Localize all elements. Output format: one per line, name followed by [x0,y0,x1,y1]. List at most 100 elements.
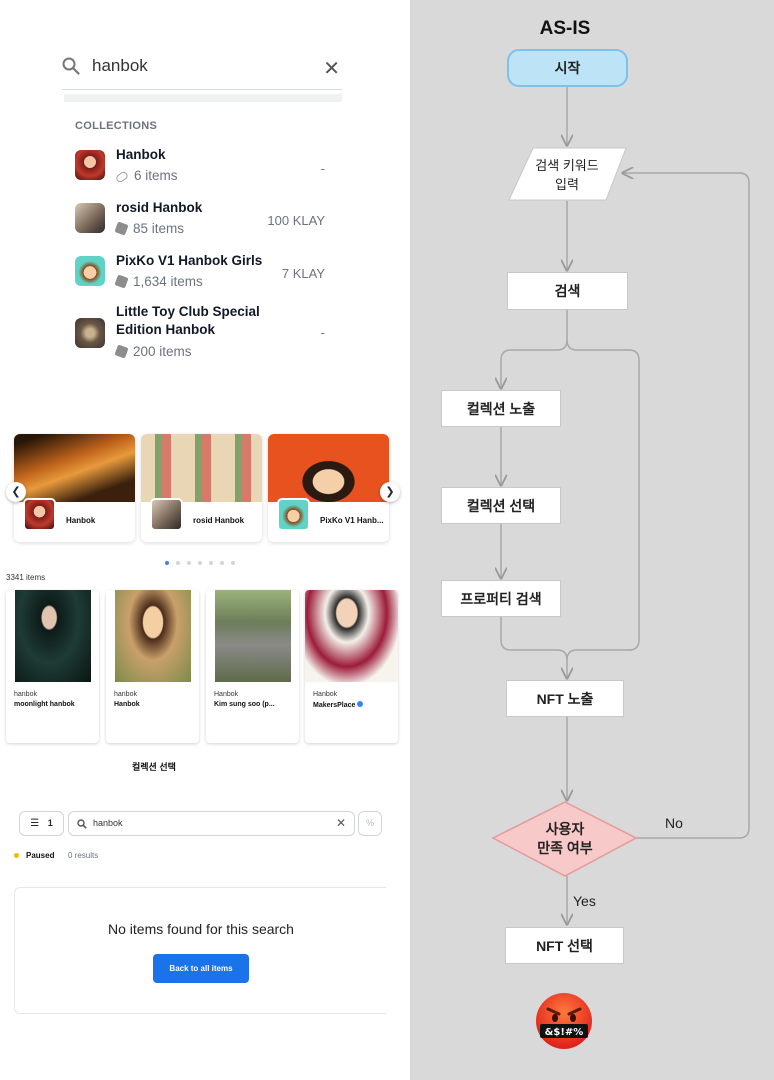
collection-count-text: 6 items [134,168,178,183]
search-icon [77,819,87,829]
banner-card[interactable]: Hanbok [14,434,135,542]
banner-card[interactable]: rosid Hanbok [141,434,262,542]
carousel-dot[interactable] [165,561,169,565]
item-search-bar[interactable]: hanbok ✕ [68,811,355,836]
nft-name-text: MakersPlace [313,702,356,709]
collection-item[interactable]: rosid Hanbok 85 items 100 KLAY [75,200,335,244]
chevron-left-icon[interactable]: ❮ [6,482,26,502]
banner-image [141,434,262,502]
collection-count: 85 items [114,221,185,236]
nft-image [114,590,191,682]
collection-name: rosid Hanbok [116,200,203,215]
status-label: Paused [26,851,55,860]
nft-card[interactable]: Hanbok Kim sung soo (p... [206,590,299,743]
collection-count: 6 items [114,168,178,184]
tag-icon[interactable]: % [358,811,382,836]
banner-label: rosid Hanbok [193,516,245,525]
yes-label: Yes [573,893,596,909]
banner-label: PixKo V1 Hanb... [320,516,384,525]
filter-button[interactable]: ☰ 1 [19,811,64,836]
collection-name-line2: Edition Hanbok [116,322,215,337]
item-search-input[interactable]: hanbok [93,818,123,828]
collection-price: 100 KLAY [267,213,325,228]
collection-count: 1,634 items [114,274,203,289]
collection-avatar [75,318,105,348]
search-input[interactable]: hanbok [92,56,148,76]
collection-name: PixKo V1 Hanbok Girls [116,253,263,268]
decision-line1: 사용자 [545,821,585,837]
carousel-dot[interactable] [187,561,191,565]
nft-name: moonlight hanbok [14,701,75,708]
carousel-dot[interactable] [231,561,235,565]
show-collection-node: 컬렉션 노출 [441,390,561,427]
banner-avatar [150,498,183,531]
nft-collection: hanbok [114,691,137,698]
carousel-dots [165,552,242,570]
banner-avatar [277,498,310,531]
collection-price: - [320,325,325,340]
collection-count: 200 items [114,344,192,359]
flowchart-panel: AS-IS 시작 검색 키워드 입력 검색 컬렉션 노출 컬렉션 선택 프로퍼티… [410,0,774,1080]
select-nft-node: NFT 선택 [505,927,624,964]
input-line1: 검색 키워드 [535,158,599,173]
results-count: 0 results [68,851,99,860]
filter-icon: ☰ [30,818,40,829]
back-to-all-button[interactable]: Back to all items [153,954,249,983]
emoji-symbols: &$!#% [545,1027,584,1038]
nft-card[interactable]: hanbok Hanbok [106,590,199,743]
collection-name-line1: Little Toy Club Special [116,304,260,319]
decision-line2: 만족 여부 [537,840,593,856]
collection-price: - [320,161,325,176]
marketplace-panel: hanbok ✕ COLLECTIONS Hanbok 6 items - ro… [0,0,410,1080]
nft-card[interactable]: hanbok moonlight hanbok [6,590,99,743]
show-nft-node: NFT 노출 [506,680,624,717]
close-icon[interactable]: ✕ [323,56,340,81]
collection-avatar [75,150,105,180]
select-collection-node: 컬렉션 선택 [441,487,561,524]
collection-count-text: 85 items [133,221,185,236]
chevron-right-icon[interactable]: ❯ [380,482,400,502]
klaytn-icon [114,344,129,359]
search-node: 검색 [507,272,628,310]
nft-name: Kim sung soo (p... [214,701,275,708]
verified-icon [357,701,364,707]
banner-card[interactable]: PixKo V1 Hanb... [268,434,389,542]
collection-item[interactable]: PixKo V1 Hanbok Girls 1,634 items 7 KLAY [75,253,335,297]
carousel-dot[interactable] [176,561,180,565]
nft-name: Hanbok [114,701,140,708]
divider [64,94,342,102]
input-line2: 입력 [555,177,579,192]
angry-face-icon: &$!#% [536,993,592,1049]
collection-count-text: 200 items [133,344,192,359]
status-dot [14,853,19,858]
carousel-dot[interactable] [198,561,202,565]
carousel-dot[interactable] [209,561,213,565]
search-bar[interactable]: hanbok ✕ [62,48,342,90]
filter-count: 1 [47,818,53,828]
input-node-text: 검색 키워드 입력 [534,155,600,193]
nft-card[interactable]: Hanbok MakersPlace [305,590,398,743]
no-label: No [665,815,683,831]
collection-item[interactable]: Little Toy Club Special Edition Hanbok 2… [75,304,335,360]
collection-avatar [75,256,105,286]
nft-name: MakersPlace [313,701,364,709]
banner-image [268,434,389,502]
collections-heading: COLLECTIONS [75,120,158,132]
property-search-node: 프로퍼티 검색 [441,580,561,617]
carousel-dot[interactable] [220,561,224,565]
collection-item[interactable]: Hanbok 6 items - [75,147,335,191]
collection-avatar [75,203,105,233]
collection-count-text: 1,634 items [133,274,203,289]
nft-image [14,590,91,682]
banner-label: Hanbok [66,516,96,525]
klaytn-icon [114,274,129,289]
search-icon [62,57,80,75]
klaytn-icon [114,221,129,236]
items-count: 3341 items [6,573,46,582]
collection-name: Hanbok [116,147,166,162]
banner-image [14,434,135,502]
decision-node-text: 사용자 만족 여부 [524,820,606,858]
start-node: 시작 [507,49,628,87]
close-icon[interactable]: ✕ [336,816,346,830]
caption: 컬렉션 선택 [132,762,176,772]
